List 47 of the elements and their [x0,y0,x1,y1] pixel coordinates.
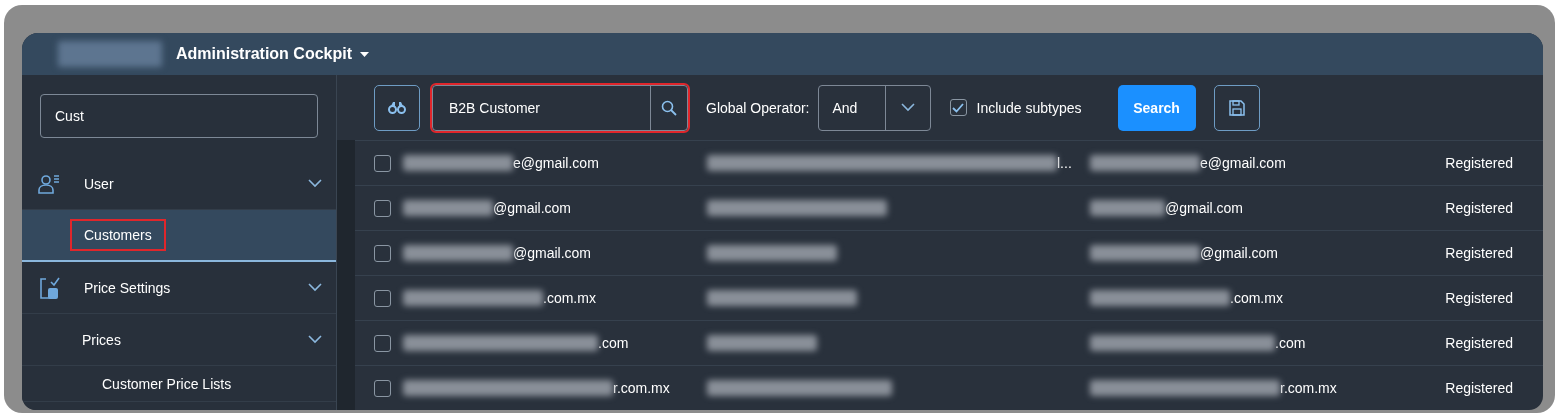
table-cell: @gmail.com [1165,200,1243,216]
caret-icon [360,51,369,57]
table-cell: r.com.mx [1280,380,1337,396]
search-field[interactable]: B2B Customer [432,84,688,131]
sidebar-item[interactable]: Customer Price Lists [22,366,336,402]
table-cell: @gmail.com [1200,245,1278,261]
status-cell: Registered [1445,380,1513,396]
chevron-down-icon[interactable] [308,283,322,292]
row-checkbox[interactable] [374,244,391,262]
user-list-icon [38,173,60,194]
table-cell: .com [1275,335,1306,351]
row-checkbox[interactable] [374,154,391,172]
status-cell: Registered [1445,200,1513,216]
table-cell: .com [598,335,629,351]
table-cell: e@gmail.com [513,155,599,171]
clipboard-icon [38,275,60,300]
operator-label: Global Operator: [706,99,810,116]
chevron-down-icon[interactable] [900,103,915,112]
sidebar-item[interactable]: Prices [22,314,336,366]
check-icon [952,102,964,113]
filter-field[interactable]: Cust [40,94,318,138]
row-checkbox[interactable] [374,289,391,307]
status-cell: Registered [1445,155,1513,171]
include-subtypes-checkbox[interactable]: Include subtypes [949,99,1082,116]
table-cell: @gmail.com [493,200,571,216]
operator-select[interactable]: And [817,84,931,131]
chevron-down-icon[interactable] [308,335,322,344]
table-cell: r.com.mx [613,380,670,396]
status-cell: Registered [1445,245,1513,261]
table-cell: .com.mx [543,290,596,306]
chevron-down-icon[interactable] [308,179,322,188]
sidebar-item[interactable]: Price Settings [22,262,336,314]
status-cell: Registered [1445,335,1513,351]
row-checkbox[interactable] [374,379,391,397]
app-title[interactable]: Administration Cockpit [176,45,369,63]
table-cell: .com.mx [1230,290,1283,306]
save-button[interactable] [1213,84,1260,131]
binoculars-icon [388,101,406,114]
save-icon [1228,99,1245,116]
row-checkbox[interactable] [374,334,391,352]
row-checkbox[interactable] [374,199,391,217]
table-cell: l... [1057,155,1072,171]
table-cell: @gmail.com [513,245,591,261]
table-cell: e@gmail.com [1200,155,1286,171]
sidebar-item[interactable]: Customers [22,210,336,262]
binoculars-button[interactable] [374,84,420,131]
status-cell: Registered [1445,290,1513,306]
